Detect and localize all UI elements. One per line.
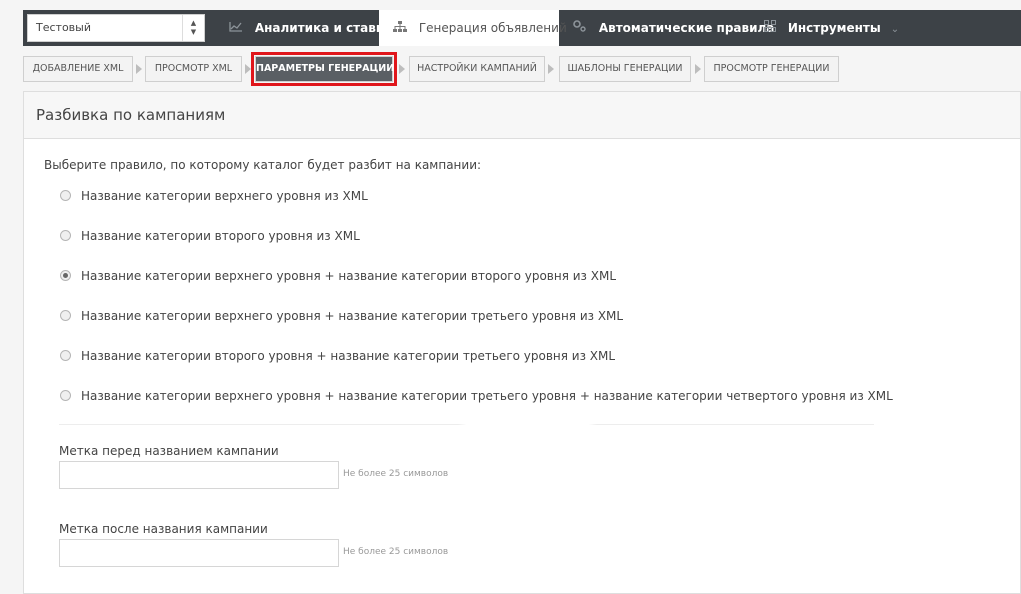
chevron-down-icon: ⌄ [890, 24, 900, 35]
split-option-top-plus-second[interactable]: Название категории верхнего уровня + наз… [60, 268, 616, 284]
option-label: Название категории верхнего уровня из XM… [81, 189, 368, 203]
sitemap-icon [393, 21, 411, 35]
step-arrow-icon [695, 64, 701, 74]
prefix-label: Метка перед названием кампании [59, 444, 279, 458]
grid-icon [764, 20, 780, 35]
step-add-xml[interactable]: ДОБАВЛЕНИЕ XML [23, 56, 133, 82]
section-divider [59, 424, 874, 425]
split-option-top-plus-third[interactable]: Название категории верхнего уровня + наз… [60, 308, 623, 324]
split-option-top-level[interactable]: Название категории верхнего уровня из XM… [60, 188, 368, 204]
split-option-second-level[interactable]: Название категории второго уровня из XML [60, 228, 360, 244]
suffix-hint: Не более 25 символов [343, 547, 449, 557]
radio-button[interactable] [60, 190, 71, 201]
step-generation-params[interactable]: ПАРАМЕТРЫ ГЕНЕРАЦИИ [251, 52, 397, 86]
radio-button[interactable] [60, 230, 71, 241]
nav-tab-auto-rules[interactable]: Автоматические правила [573, 10, 774, 46]
radio-button-checked[interactable] [60, 270, 71, 281]
step-generation-preview[interactable]: ПРОСМОТР ГЕНЕРАЦИИ [704, 56, 839, 82]
top-navigation-bar: Тестовый ▲ ▼ Аналитика и ставки Генерация… [23, 10, 1021, 46]
prefix-hint: Не более 25 символов [343, 469, 449, 479]
suffix-input[interactable] [59, 539, 339, 567]
nav-tab-analytics[interactable]: Аналитика и ставки [229, 10, 392, 46]
option-label: Название категории верхнего уровня + наз… [81, 389, 893, 403]
radio-button[interactable] [60, 310, 71, 321]
suffix-label: Метка после названия кампании [59, 522, 268, 536]
option-label: Название категории верхнего уровня + наз… [81, 269, 617, 283]
nav-tab-label: Аналитика и ставки [254, 21, 393, 35]
nav-tab-label: Генерация объявлений [418, 21, 567, 35]
split-option-top-third-fourth[interactable]: Название категории верхнего уровня + наз… [60, 388, 893, 404]
gears-icon [573, 20, 591, 35]
step-campaign-settings[interactable]: НАСТРОЙКИ КАМПАНИЙ [409, 56, 545, 82]
radio-button[interactable] [60, 390, 71, 401]
step-arrow-icon [245, 64, 251, 74]
step-view-xml[interactable]: ПРОСМОТР XML [145, 56, 242, 82]
line-chart-icon [229, 21, 247, 35]
option-label: Название категории верхнего уровня + наз… [81, 309, 624, 323]
nav-tab-tools[interactable]: Инструменты ⌄ [764, 10, 899, 46]
nav-tab-label: Инструменты [787, 21, 881, 35]
campaign-split-panel: Разбивка по кампаниям Выберите правило, … [23, 91, 1021, 594]
radio-button[interactable] [60, 350, 71, 361]
split-option-second-plus-third[interactable]: Название категории второго уровня + назв… [60, 348, 615, 364]
option-label: Название категории второго уровня + назв… [81, 349, 616, 363]
account-select-value: Тестовый [36, 21, 91, 34]
prefix-input[interactable] [59, 461, 339, 489]
step-arrow-icon [136, 64, 142, 74]
select-arrows-icon: ▲ ▼ [182, 15, 204, 41]
nav-tab-ad-generation[interactable]: Генерация объявлений [379, 10, 567, 46]
step-generation-templates[interactable]: ШАБЛОНЫ ГЕНЕРАЦИИ [559, 56, 691, 82]
step-arrow-icon [548, 64, 554, 74]
nav-tab-label: Автоматические правила [598, 21, 775, 35]
step-arrow-icon [399, 64, 405, 74]
split-rule-prompt: Выберите правило, по которому каталог бу… [44, 158, 482, 172]
panel-title: Разбивка по кампаниям [24, 92, 1020, 139]
option-label: Название категории второго уровня из XML [81, 229, 360, 243]
account-select[interactable]: Тестовый ▲ ▼ [27, 14, 205, 42]
